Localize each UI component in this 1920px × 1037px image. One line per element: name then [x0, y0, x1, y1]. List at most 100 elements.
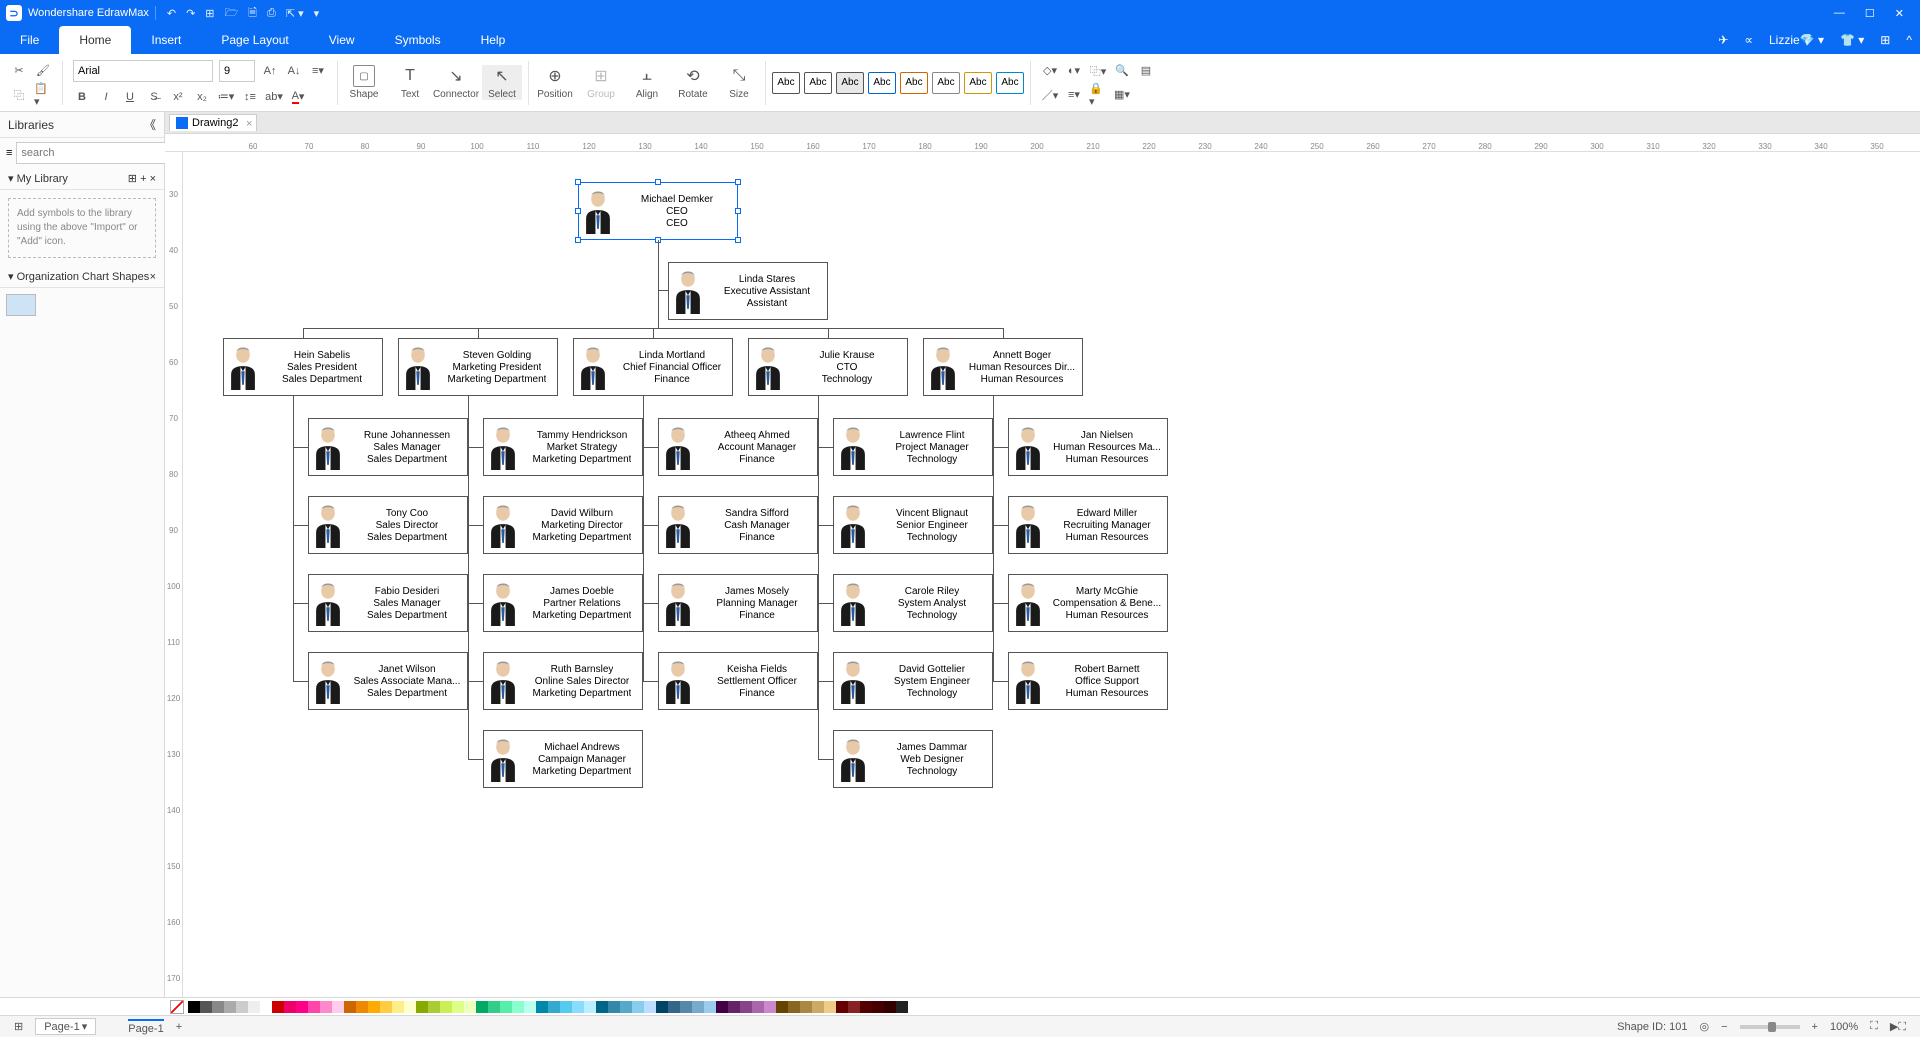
redo-icon[interactable]: ↷ [186, 7, 195, 20]
color-swatch[interactable] [380, 1001, 392, 1013]
color-swatch[interactable] [320, 1001, 332, 1013]
org-card[interactable]: Robert BarnettOffice SupportHuman Resour… [1008, 652, 1168, 710]
paste-icon[interactable]: 📋▾ [34, 86, 52, 104]
color-swatch[interactable] [212, 1001, 224, 1013]
menu-view[interactable]: View [309, 26, 375, 54]
color-swatch[interactable] [548, 1001, 560, 1013]
org-card[interactable]: Linda StaresExecutive AssistantAssistant [668, 262, 828, 320]
minimize-button[interactable]: — [1824, 7, 1855, 19]
style-preset-4[interactable]: Abc [868, 72, 896, 94]
layers-icon[interactable]: ▤ [1137, 62, 1155, 80]
org-card[interactable]: David WilburnMarketing DirectorMarketing… [483, 496, 643, 554]
line-spacing-icon[interactable]: ↕≡ [241, 88, 259, 106]
add-page-button[interactable]: + [176, 1021, 182, 1033]
color-swatch[interactable] [236, 1001, 248, 1013]
apps-icon[interactable]: ⊞ [1872, 26, 1898, 54]
page-selector[interactable]: Page-1 ▾ [35, 1018, 96, 1035]
search-dropdown-icon[interactable]: ≡ [6, 147, 12, 159]
color-swatch[interactable] [368, 1001, 380, 1013]
close-tab-icon[interactable]: × [246, 118, 252, 130]
org-card[interactable]: James DoeblePartner RelationsMarketing D… [483, 574, 643, 632]
org-card[interactable]: Annett BogerHuman Resources Dir...Human … [923, 338, 1083, 396]
line-icon[interactable]: ／▾ [1041, 86, 1059, 104]
zoom-slider[interactable] [1740, 1025, 1800, 1029]
org-card[interactable]: Steven GoldingMarketing PresidentMarketi… [398, 338, 558, 396]
org-card[interactable]: Fabio DesideriSales ManagerSales Departm… [308, 574, 468, 632]
user-name[interactable]: Lizzie 💎 ▾ [1761, 26, 1832, 54]
canvas[interactable]: Michael DemkerCEOCEOLinda StaresExecutiv… [183, 152, 1920, 997]
color-swatch[interactable] [344, 1001, 356, 1013]
send-icon[interactable]: ✈ [1710, 26, 1736, 54]
color-swatch[interactable] [740, 1001, 752, 1013]
arrange-icon[interactable]: ⿻▾ [1089, 62, 1107, 80]
color-swatch[interactable] [428, 1001, 440, 1013]
org-card[interactable]: Vincent BlignautSenior EngineerTechnolog… [833, 496, 993, 554]
rotate-menu[interactable]: ⟲Rotate [673, 65, 713, 100]
position-menu[interactable]: ⊕Position [535, 65, 575, 100]
close-button[interactable]: ✕ [1885, 7, 1914, 20]
color-swatch[interactable] [272, 1001, 284, 1013]
color-swatch[interactable] [596, 1001, 608, 1013]
close-lib-icon[interactable]: × [150, 173, 156, 185]
color-swatch[interactable] [728, 1001, 740, 1013]
shape-thumbnail[interactable] [6, 294, 36, 316]
select-tool[interactable]: ↖Select [482, 65, 522, 100]
style-preset-5[interactable]: Abc [900, 72, 928, 94]
color-swatch[interactable] [812, 1001, 824, 1013]
color-swatch[interactable] [656, 1001, 668, 1013]
color-swatch[interactable] [248, 1001, 260, 1013]
color-swatch[interactable] [680, 1001, 692, 1013]
menu-symbols[interactable]: Symbols [375, 26, 461, 54]
format-painter-icon[interactable]: 🖌 [34, 62, 52, 80]
org-card[interactable]: Atheeq AhmedAccount ManagerFinance [658, 418, 818, 476]
color-swatch[interactable] [752, 1001, 764, 1013]
presentation-icon[interactable]: ▶⛶ [1890, 1020, 1906, 1034]
color-swatch[interactable] [536, 1001, 548, 1013]
color-swatch[interactable] [200, 1001, 212, 1013]
tshirt-icon[interactable]: 👕 ▾ [1832, 26, 1872, 54]
color-swatch[interactable] [572, 1001, 584, 1013]
color-swatch[interactable] [692, 1001, 704, 1013]
shadow-icon[interactable]: ◐▾ [1065, 62, 1083, 80]
lock-icon[interactable]: 🔒▾ [1089, 86, 1107, 104]
maximize-button[interactable]: ☐ [1855, 7, 1885, 20]
color-swatch[interactable] [500, 1001, 512, 1013]
find-icon[interactable]: 🔍 [1113, 62, 1131, 80]
color-swatch[interactable] [860, 1001, 872, 1013]
align-menu[interactable]: ⫠Align [627, 65, 667, 100]
org-card[interactable]: Michael AndrewsCampaign ManagerMarketing… [483, 730, 643, 788]
close-org-shapes-icon[interactable]: × [150, 271, 156, 283]
color-swatch[interactable] [440, 1001, 452, 1013]
color-swatch[interactable] [416, 1001, 428, 1013]
font-size-combo[interactable] [219, 60, 255, 82]
copy-icon[interactable]: ⿻ [10, 86, 28, 104]
strike-icon[interactable]: S̶ [145, 88, 163, 106]
org-card[interactable]: Carole RileySystem AnalystTechnology [833, 574, 993, 632]
color-swatch[interactable] [224, 1001, 236, 1013]
org-card[interactable]: Jan NielsenHuman Resources Ma...Human Re… [1008, 418, 1168, 476]
fit-icon[interactable]: ◎ [1700, 1020, 1710, 1033]
org-shapes-section[interactable]: ▾ Organization Chart Shapes × [0, 266, 164, 288]
style-preset-7[interactable]: Abc [964, 72, 992, 94]
color-swatch[interactable] [356, 1001, 368, 1013]
color-swatch[interactable] [884, 1001, 896, 1013]
undo-icon[interactable]: ↶ [167, 7, 176, 20]
fullscreen-icon[interactable]: ⛶ [1870, 1020, 1878, 1033]
color-swatch[interactable] [824, 1001, 836, 1013]
style-preset-1[interactable]: Abc [772, 72, 800, 94]
org-card[interactable]: Lawrence FlintProject ManagerTechnology [833, 418, 993, 476]
org-card[interactable]: Keisha FieldsSettlement OfficerFinance [658, 652, 818, 710]
color-swatch[interactable] [848, 1001, 860, 1013]
connector-tool[interactable]: ↘Connector [436, 65, 476, 100]
no-fill-swatch[interactable] [170, 1000, 184, 1014]
zoom-in-button[interactable]: + [1812, 1021, 1818, 1033]
org-card[interactable]: Edward MillerRecruiting ManagerHuman Res… [1008, 496, 1168, 554]
page-grid-icon[interactable]: ⊞ [14, 1020, 23, 1033]
color-swatch[interactable] [788, 1001, 800, 1013]
size-menu[interactable]: ⤡Size [719, 65, 759, 100]
grid-icon[interactable]: ▦▾ [1113, 86, 1131, 104]
color-swatch[interactable] [632, 1001, 644, 1013]
menu-home[interactable]: Home [59, 26, 131, 54]
export-icon[interactable]: ⇱ ▾ [286, 7, 304, 20]
color-swatch[interactable] [704, 1001, 716, 1013]
